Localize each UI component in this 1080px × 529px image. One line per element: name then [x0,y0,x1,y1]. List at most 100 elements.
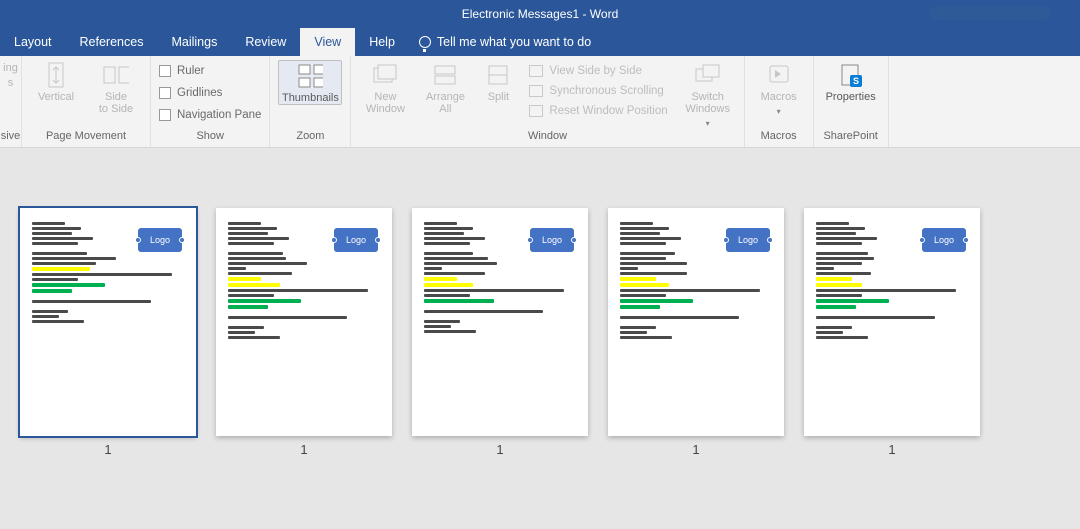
page-number: 1 [496,442,503,457]
window-group-label: Window [351,128,743,146]
vertical-icon [43,62,69,88]
page-thumbnail[interactable]: Logo [216,208,392,436]
split-label: Split [488,91,509,103]
page-number: 1 [888,442,895,457]
zoom-group-label: Zoom [270,128,350,146]
reset-pos-label: Reset Window Position [549,105,667,117]
thumbnail-cell: Logo 1 [20,208,196,457]
thumbnail-row: Logo 1 Logo [20,208,1060,457]
tab-layout[interactable]: Layout [0,28,66,56]
navpane-label: Navigation Pane [177,109,261,121]
tab-references[interactable]: References [66,28,158,56]
page-number: 1 [104,442,111,457]
ribbon: ing s sive Vertical Side to Side Page Mo… [0,56,1080,148]
gridlines-label: Gridlines [177,87,222,99]
new-window-icon [372,62,398,88]
logo-badge: Logo [726,228,770,252]
thumbnail-cell: Logo 1 [412,208,588,457]
reset-pos-icon [529,105,543,117]
cutleft-button: ing s [2,60,19,89]
group-sharepoint: S Properties SharePoint [814,56,889,147]
page-movement-group-label: Page Movement [22,128,150,146]
sync-scroll-icon [529,85,543,97]
macros-label: Macros [761,91,797,103]
cutleft-group-label: sive [0,128,21,146]
ribbon-tabs: Layout References Mailings Review View H… [0,28,1080,56]
ruler-label: Ruler [177,65,204,77]
new-window-label: New Window [366,91,405,115]
switch-windows-icon [695,62,721,88]
page-number: 1 [300,442,307,457]
vertical-label: Vertical [38,91,74,103]
cutleft-line1: ing [3,62,18,74]
navpane-checkbox[interactable]: Navigation Pane [159,106,261,124]
checkbox-icon [159,109,171,121]
side-to-side-icon [103,62,129,88]
switch-windows-button[interactable]: Switch Windows ▾ [680,60,736,130]
thumbnail-pane: Logo 1 Logo [0,148,1080,529]
thumbnails-label: Thumbnails [282,92,339,104]
tab-help[interactable]: Help [355,28,409,56]
gridlines-checkbox[interactable]: Gridlines [159,84,261,102]
ruler-checkbox[interactable]: Ruler [159,62,261,80]
tell-me-search[interactable]: Tell me what you want to do [409,28,601,56]
properties-icon: S [838,62,864,88]
view-side-by-side-button: View Side by Side [529,62,667,80]
page-thumbnail[interactable]: Logo [412,208,588,436]
macros-group-label: Macros [745,128,813,146]
tell-me-label: Tell me what you want to do [437,35,591,49]
macros-button[interactable]: Macros ▾ [753,60,805,118]
side-to-side-button[interactable]: Side to Side [90,60,142,115]
svg-text:S: S [853,76,859,86]
group-window: New Window Arrange All Split View Side b… [351,56,744,147]
group-page-movement: Vertical Side to Side Page Movement [22,56,151,147]
logo-badge: Logo [334,228,378,252]
group-macros: Macros ▾ Macros [745,56,814,147]
split-icon [485,62,511,88]
thumbnail-cell: Logo 1 [804,208,980,457]
side-to-side-label: Side to Side [99,91,133,115]
page-thumbnail[interactable]: Logo [804,208,980,436]
logo-badge: Logo [530,228,574,252]
logo-badge: Logo [138,228,182,252]
switch-windows-label: Switch Windows [685,91,730,115]
tab-mailings[interactable]: Mailings [157,28,231,56]
checkbox-icon [159,87,171,99]
title-bar: Electronic Messages1 - Word [0,0,1080,28]
group-zoom: Thumbnails Zoom [270,56,351,147]
lightbulb-icon [419,36,431,48]
properties-button[interactable]: S Properties [822,60,880,103]
page-thumbnail[interactable]: Logo [20,208,196,436]
arrange-all-button[interactable]: Arrange All [419,60,471,115]
side-by-side-label: View Side by Side [549,65,641,77]
vertical-button[interactable]: Vertical [30,60,82,103]
thumbnail-cell: Logo 1 [608,208,784,457]
show-group-label: Show [151,128,269,146]
reset-window-position-button: Reset Window Position [529,102,667,120]
logo-badge: Logo [922,228,966,252]
group-show: Ruler Gridlines Navigation Pane Show [151,56,270,147]
thumbnails-icon [297,63,323,89]
arrange-all-label: Arrange All [426,91,465,115]
split-button[interactable]: Split [479,60,517,103]
macros-icon [766,62,792,88]
cutleft-line2: s [8,77,14,89]
thumbnails-button[interactable]: Thumbnails [278,60,342,105]
group-cutleft: ing s sive [0,56,22,147]
side-by-side-icon [529,65,543,77]
chevron-down-icon: ▾ [777,106,781,118]
sharepoint-group-label: SharePoint [814,128,888,146]
document-title: Electronic Messages1 - Word [462,7,619,21]
account-area [930,6,1050,20]
tab-view[interactable]: View [300,28,355,56]
tab-review[interactable]: Review [231,28,300,56]
page-thumbnail[interactable]: Logo [608,208,784,436]
thumbnail-cell: Logo 1 [216,208,392,457]
synchronous-scrolling-button: Synchronous Scrolling [529,82,667,100]
page-number: 1 [692,442,699,457]
new-window-button[interactable]: New Window [359,60,411,115]
checkbox-icon [159,65,171,77]
arrange-all-icon [432,62,458,88]
properties-label: Properties [826,91,876,103]
sync-scroll-label: Synchronous Scrolling [549,85,663,97]
